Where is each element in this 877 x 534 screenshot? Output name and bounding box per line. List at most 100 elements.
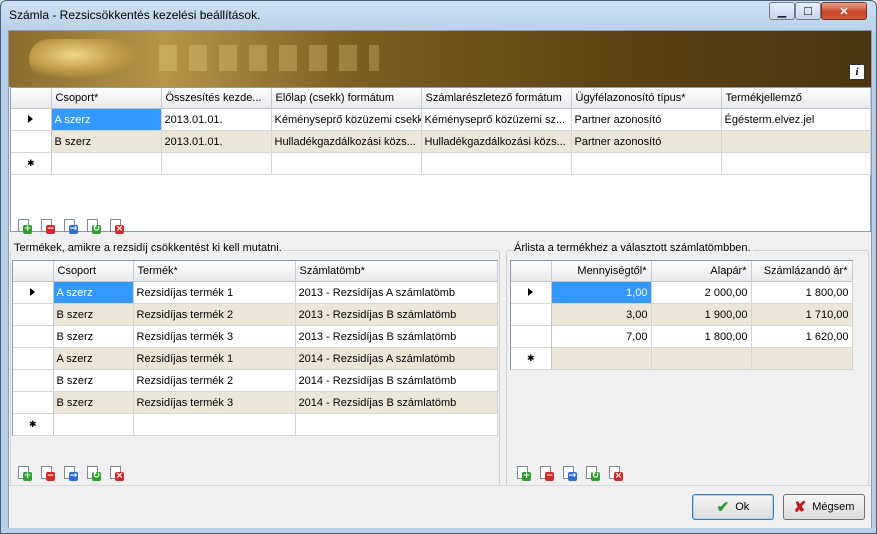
cancel-button[interactable]: ✘ Mégsem	[783, 494, 865, 520]
column-header[interactable]: Termék*	[133, 261, 296, 282]
table-row[interactable]: A szerz 2013.01.01. Kéményseprő közüzemi c…	[11, 108, 871, 131]
table-cell[interactable]	[651, 347, 752, 370]
minimize-button[interactable]: ▁	[769, 2, 795, 20]
table-cell[interactable]: 2013 - Rezsidíjas A számlatömb	[295, 281, 498, 304]
new-row[interactable]: ✱	[11, 152, 871, 175]
title-bar[interactable]: Számla - Rezsicsökkentés kezelési beállí…	[1, 1, 876, 29]
table-cell[interactable]: 2013.01.01.	[161, 108, 272, 131]
column-header[interactable]: Termékjellemző	[721, 88, 871, 109]
table-row[interactable]: A szerz Rezsidíjas termék 1 2013 - Rezsidí…	[13, 281, 498, 304]
delete-row-icon[interactable]: −	[39, 465, 55, 481]
table-row[interactable]: 3,00 1 900,00 1 710,00	[511, 303, 853, 326]
table-cell[interactable]: Rezsidíjas termék 2	[133, 303, 296, 326]
table-cell[interactable]: Égésterm.elvez.jel	[721, 108, 871, 131]
move-row-icon[interactable]: →	[62, 218, 78, 234]
column-header[interactable]: Csoport*	[51, 88, 162, 109]
table-cell[interactable]: Rezsidíjas termék 1	[133, 281, 296, 304]
row-selector[interactable]	[13, 369, 54, 392]
column-header[interactable]: Számlatömb*	[295, 261, 498, 282]
add-row-icon[interactable]: +	[16, 218, 32, 234]
settings-grid[interactable]: Csoport* Összesítés kezde... Előlap (csekk…	[10, 87, 871, 232]
row-selector[interactable]	[13, 303, 54, 326]
table-cell[interactable]	[161, 152, 272, 175]
row-selector[interactable]	[11, 130, 52, 153]
clear-row-icon[interactable]: ×	[607, 465, 623, 481]
table-row[interactable]: B szerz Rezsidíjas termék 2 2013 - Rezsidí…	[13, 303, 498, 326]
move-row-icon[interactable]: →	[561, 465, 577, 481]
column-header[interactable]: Mennyiségtől*	[551, 261, 652, 282]
move-row-icon[interactable]: →	[62, 465, 78, 481]
table-cell[interactable]: 1,00	[551, 281, 652, 304]
table-cell[interactable]: B szerz	[53, 369, 134, 392]
products-grid[interactable]: Csoport Termék* Számlatömb* A szerz Rezsidí…	[12, 260, 498, 436]
table-cell[interactable]	[271, 152, 422, 175]
table-row[interactable]: B szerz Rezsidíjas termék 3 2014 - Rezsidí…	[13, 391, 498, 414]
price-grid[interactable]: Mennyiségtől* Alapár* Számlázandó ár* 1,00…	[510, 260, 853, 370]
table-cell[interactable]	[721, 152, 871, 175]
table-cell[interactable]	[551, 347, 652, 370]
table-cell[interactable]	[295, 413, 498, 436]
row-selector[interactable]	[11, 108, 52, 131]
table-cell[interactable]	[751, 347, 853, 370]
table-cell[interactable]: B szerz	[53, 325, 134, 348]
table-cell[interactable]: A szerz	[53, 347, 134, 370]
clear-row-icon[interactable]: ×	[108, 218, 124, 234]
table-cell[interactable]: 2014 - Rezsidíjas A számlatömb	[295, 347, 498, 370]
refresh-row-icon[interactable]: ↻	[85, 218, 101, 234]
table-row[interactable]: B szerz Rezsidíjas termék 3 2013 - Rezsidí…	[13, 325, 498, 348]
row-selector[interactable]	[511, 325, 552, 348]
table-cell[interactable]: Rezsidíjas termék 1	[133, 347, 296, 370]
info-icon[interactable]: i	[849, 64, 865, 80]
table-cell[interactable]	[51, 152, 162, 175]
table-cell[interactable]: 2013 - Rezsidíjas B számlatömb	[295, 325, 498, 348]
table-row[interactable]: 1,00 2 000,00 1 800,00	[511, 281, 853, 304]
table-cell[interactable]: Kéményseprő közüzemi sz...	[421, 108, 572, 131]
maximize-button[interactable]: ☐	[795, 2, 821, 20]
table-cell[interactable]	[421, 152, 572, 175]
table-cell[interactable]: 2014 - Rezsidíjas B számlatömb	[295, 369, 498, 392]
table-row[interactable]: A szerz Rezsidíjas termék 1 2014 - Rezsidí…	[13, 347, 498, 370]
table-cell[interactable]: 7,00	[551, 325, 652, 348]
new-row[interactable]: ✱	[13, 413, 498, 436]
ok-button[interactable]: ✔ Ok	[692, 494, 774, 520]
table-cell[interactable]: Partner azonosító	[571, 108, 722, 131]
column-header[interactable]: Ügyfélazonosító típus*	[571, 88, 722, 109]
row-selector[interactable]	[13, 391, 54, 414]
table-cell[interactable]: 2014 - Rezsidíjas B számlatömb	[295, 391, 498, 414]
table-cell[interactable]: 2 000,00	[651, 281, 752, 304]
table-cell[interactable]: 1 800,00	[751, 281, 853, 304]
column-header[interactable]: Csoport	[53, 261, 134, 282]
table-cell[interactable]: 2013.01.01.	[161, 130, 272, 153]
refresh-row-icon[interactable]: ↻	[584, 465, 600, 481]
column-header[interactable]: Számlázandó ár*	[751, 261, 853, 282]
delete-row-icon[interactable]: −	[538, 465, 554, 481]
table-cell[interactable]: Hulladékgazdálkozási közs...	[421, 130, 572, 153]
table-cell[interactable]: 1 800,00	[651, 325, 752, 348]
table-cell[interactable]	[721, 130, 871, 153]
table-cell[interactable]: 1 620,00	[751, 325, 853, 348]
table-cell[interactable]: 3,00	[551, 303, 652, 326]
table-cell[interactable]: 1 900,00	[651, 303, 752, 326]
column-header[interactable]: Előlap (csekk) formátum	[271, 88, 422, 109]
table-cell[interactable]	[133, 413, 296, 436]
table-cell[interactable]: A szerz	[51, 108, 162, 131]
table-cell[interactable]	[571, 152, 722, 175]
table-cell[interactable]	[53, 413, 134, 436]
table-cell[interactable]: 1 710,00	[751, 303, 853, 326]
column-header[interactable]: Alapár*	[651, 261, 752, 282]
table-cell[interactable]: Rezsidíjas termék 3	[133, 325, 296, 348]
table-cell[interactable]: B szerz	[53, 391, 134, 414]
table-cell[interactable]: 2013 - Rezsidíjas B számlatömb	[295, 303, 498, 326]
table-cell[interactable]: B szerz	[51, 130, 162, 153]
new-row[interactable]: ✱	[511, 347, 853, 370]
row-selector[interactable]	[511, 303, 552, 326]
refresh-row-icon[interactable]: ↻	[85, 465, 101, 481]
row-selector[interactable]	[511, 281, 552, 304]
add-row-icon[interactable]: +	[515, 465, 531, 481]
delete-row-icon[interactable]: −	[39, 218, 55, 234]
table-cell[interactable]: Rezsidíjas termék 3	[133, 391, 296, 414]
clear-row-icon[interactable]: ×	[108, 465, 124, 481]
table-row[interactable]: 7,00 1 800,00 1 620,00	[511, 325, 853, 348]
table-row[interactable]: B szerz Rezsidíjas termék 2 2014 - Rezsidí…	[13, 369, 498, 392]
table-cell[interactable]: Kéményseprő közüzemi csekk	[271, 108, 422, 131]
